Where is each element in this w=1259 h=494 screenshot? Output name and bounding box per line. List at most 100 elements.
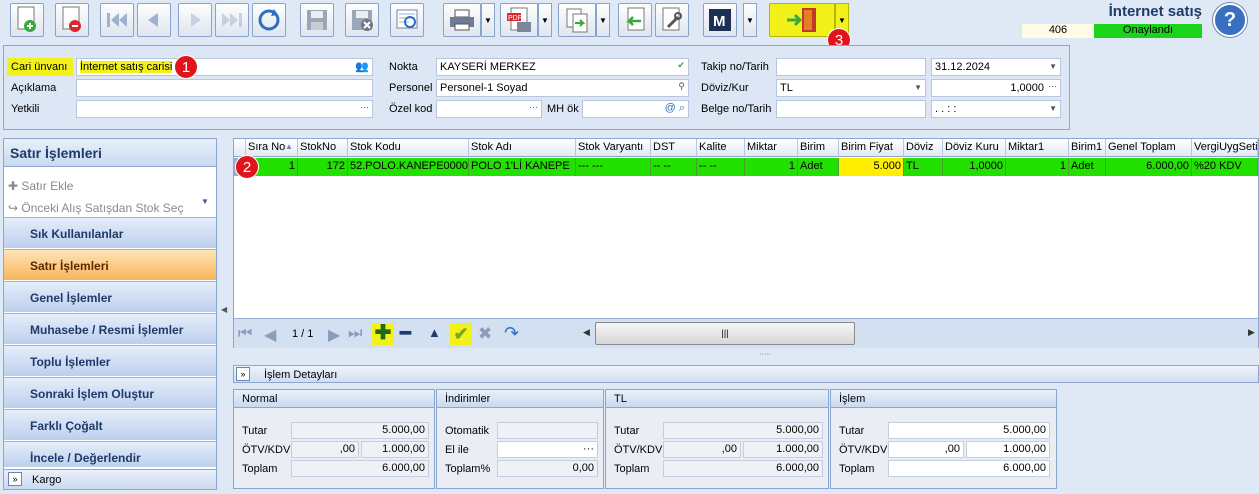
delete-button[interactable] [55, 3, 89, 37]
users-icon[interactable]: 👥 [355, 60, 369, 73]
transfer-dropdown[interactable]: ▼ [596, 3, 610, 37]
col-header[interactable]: DST [651, 139, 697, 157]
preview-button[interactable] [390, 3, 424, 37]
confirm-icon[interactable]: ✔ [450, 323, 472, 345]
previous-stock-action[interactable]: ↪ Önceki Alış Satışdan Stok Seç [8, 201, 183, 215]
otv-value[interactable]: ,00 [888, 441, 964, 458]
col-header[interactable]: Döviz [904, 139, 943, 157]
sidebar-item-duplicate[interactable]: Farklı Çoğalt [4, 409, 216, 440]
tools-button[interactable] [655, 3, 689, 37]
sidebar-item-review[interactable]: İncele / Değerlendir [4, 441, 216, 467]
belge-field[interactable] [776, 100, 926, 118]
doviz-select[interactable]: TL ▼ [776, 79, 926, 97]
ellipsis-icon[interactable]: ··· [360, 102, 369, 112]
col-header[interactable]: StokNo [298, 139, 348, 157]
splitter-arrow-icon[interactable]: ◀ [221, 305, 227, 314]
sidebar-item-next-operation[interactable]: Sonraki İşlem Oluştur [4, 377, 216, 408]
scroll-right-icon[interactable]: ▶ [1248, 327, 1255, 338]
refresh-button[interactable] [252, 3, 286, 37]
exit-button[interactable] [769, 3, 835, 37]
new-button[interactable] [10, 3, 44, 37]
col-header[interactable]: Birim1 [1069, 139, 1106, 157]
last-icon[interactable]: ⏭ [348, 325, 362, 343]
import-button[interactable] [618, 3, 652, 37]
details-header[interactable]: İşlem Detayları [233, 365, 1259, 383]
col-header[interactable]: Birim [798, 139, 839, 157]
takip-field[interactable] [776, 58, 926, 76]
double-chevron-icon[interactable]: » [8, 472, 22, 486]
pdf-button[interactable]: PDF [500, 3, 538, 37]
col-header[interactable]: Kalite [697, 139, 745, 157]
at-sign-icon[interactable]: @ ⌕ [665, 102, 685, 115]
cell-stokadi[interactable]: POLO 1'Lİ KANEPE [469, 158, 576, 176]
check-icon[interactable]: ✔ [677, 60, 685, 71]
ellipsis-icon[interactable]: ··· [583, 443, 594, 455]
kur-field[interactable]: 1,0000 ··· [931, 79, 1061, 97]
expand-chevron-icon[interactable]: ▼ [201, 197, 209, 206]
mhok-field[interactable]: @ ⌕ [582, 100, 689, 118]
cell-geneltoplam[interactable]: 6.000,00 [1106, 158, 1192, 176]
chevron-down-icon[interactable]: ▼ [914, 83, 922, 92]
col-header[interactable]: Birim Fiyat [839, 139, 904, 157]
col-header[interactable]: Stok Varyantı [576, 139, 651, 157]
col-header[interactable]: Genel Toplam [1106, 139, 1192, 157]
tutar-value[interactable]: 5.000,00 [888, 422, 1050, 439]
date-field[interactable]: 31.12.2024 ▼ [931, 58, 1061, 76]
personel-field[interactable]: Personel-1 Soyad ⚲ [436, 79, 689, 97]
sidebar-item-accounting[interactable]: Muhasebe / Resmi İşlemler [4, 313, 216, 344]
col-header[interactable]: Stok Kodu [348, 139, 469, 157]
m-module-button[interactable]: M [703, 3, 737, 37]
save-button[interactable] [300, 3, 334, 37]
ozelkod-field[interactable]: ··· [436, 100, 542, 118]
splitter-handle[interactable]: ····· [740, 351, 790, 358]
col-header[interactable]: Miktar1 [1006, 139, 1069, 157]
print-dropdown[interactable]: ▼ [481, 3, 495, 37]
col-header[interactable]: Döviz Kuru [943, 139, 1006, 157]
scroll-left-icon[interactable]: ◀ [583, 327, 590, 338]
cell-birim1[interactable]: Adet [1069, 158, 1106, 176]
col-header[interactable]: Stok Adı [469, 139, 576, 157]
redo-icon[interactable]: ↷ [504, 323, 519, 344]
sidebar-item-bulk[interactable]: Toplu İşlemler [4, 345, 216, 376]
cell-stokkodu[interactable]: 52.POLO.KANEPE00003 [348, 158, 469, 176]
cell-birimfiyat[interactable]: 5.000 [839, 158, 904, 176]
last-record-button[interactable] [215, 3, 249, 37]
next-record-button[interactable] [178, 3, 212, 37]
delete-row-icon[interactable]: ━ [400, 323, 411, 344]
add-row-action[interactable]: ✚ Satır Ekle [8, 179, 73, 193]
cell-varyant[interactable]: --- --- [576, 158, 651, 176]
ellipsis-icon[interactable]: ··· [529, 102, 538, 112]
chevron-down-icon[interactable]: ▼ [1049, 62, 1057, 71]
elile-field[interactable]: ··· [497, 441, 598, 458]
move-up-icon[interactable]: ▲ [428, 325, 441, 340]
horizontal-scrollbar-thumb[interactable]: ||| [595, 322, 855, 345]
yetkili-field[interactable]: ··· [76, 100, 373, 118]
cell-doviz[interactable]: TL [904, 158, 943, 176]
belge-datetime-field[interactable]: . . : : ▼ [931, 100, 1061, 118]
chevron-down-icon[interactable]: ▼ [1049, 104, 1057, 113]
sidebar-item-row-operations[interactable]: Satır İşlemleri [4, 249, 216, 280]
ellipsis-icon[interactable]: ··· [1048, 81, 1057, 91]
cancel-save-button[interactable] [345, 3, 379, 37]
sort-ascending-icon[interactable]: ▲ [285, 142, 293, 151]
add-row-icon[interactable]: ✚ [372, 323, 394, 345]
cell-kalite[interactable]: -- -- [697, 158, 745, 176]
print-button[interactable] [443, 3, 481, 37]
sidebar-item-favorites[interactable]: Sık Kullanılanlar [4, 217, 216, 248]
col-header[interactable]: VergiUygSeti [1192, 139, 1258, 157]
person-search-icon[interactable]: ⚲ [678, 81, 685, 92]
cell-dovizkuru[interactable]: 1,0000 [943, 158, 1006, 176]
aciklama-field[interactable] [76, 79, 373, 97]
first-record-button[interactable] [100, 3, 134, 37]
nokta-field[interactable]: KAYSERİ MERKEZ ✔ [436, 58, 689, 76]
kdv-value[interactable]: 1.000,00 [966, 441, 1050, 458]
previous-record-button[interactable] [137, 3, 171, 37]
sidebar-item-general[interactable]: Genel İşlemler [4, 281, 216, 312]
cell-miktar1[interactable]: 1 [1006, 158, 1069, 176]
cell-dst[interactable]: -- -- [651, 158, 697, 176]
pdf-dropdown[interactable]: ▼ [538, 3, 552, 37]
collapse-chevron-icon[interactable]: » [236, 367, 250, 381]
next-icon[interactable]: ▶ [328, 325, 340, 345]
cell-miktar[interactable]: 1 [745, 158, 798, 176]
col-header[interactable]: Miktar [745, 139, 798, 157]
